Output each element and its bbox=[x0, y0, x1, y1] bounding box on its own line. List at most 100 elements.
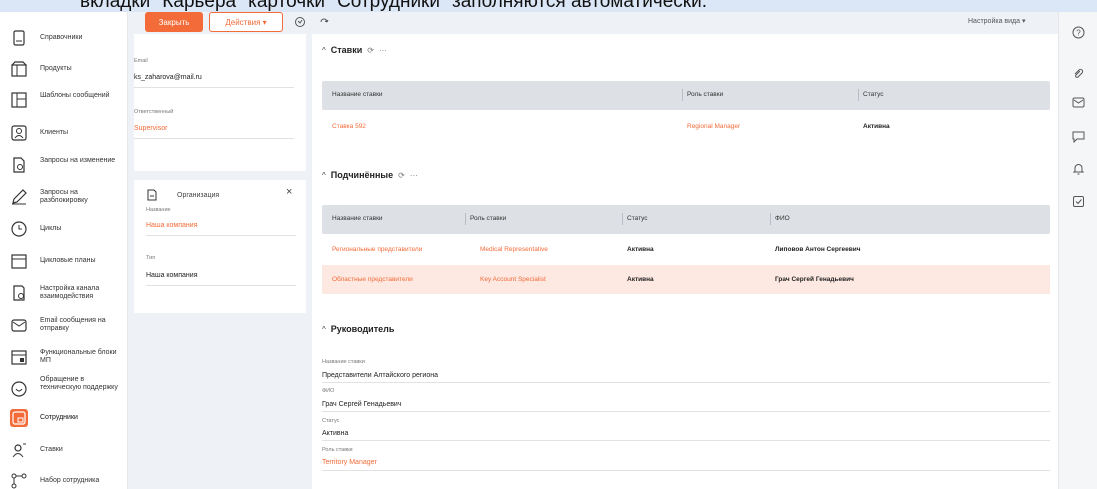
rate-status-cell: Активна bbox=[863, 123, 890, 130]
column-separator bbox=[770, 213, 771, 225]
help-icon[interactable] bbox=[294, 15, 306, 27]
manager-section-header[interactable]: ^ Руководитель bbox=[322, 324, 394, 334]
rate-role-cell[interactable]: Regional Manager bbox=[687, 123, 740, 130]
column-header: Название ставки bbox=[332, 215, 383, 222]
sidebar: Справочники Продукты Шаблоны сообщений К… bbox=[0, 12, 128, 489]
support-icon bbox=[10, 380, 28, 398]
sidebar-item-cycle-plans[interactable]: Цикловые планы bbox=[0, 250, 128, 272]
org-type-label: Тип bbox=[146, 255, 156, 261]
fio-cell: Грач Сергей Генадьевич bbox=[775, 276, 854, 283]
chevron-up-icon[interactable]: ^ bbox=[322, 171, 326, 180]
attachment-icon[interactable] bbox=[1072, 67, 1085, 80]
manager-rate-name-label: Название ставки bbox=[322, 359, 365, 365]
subordinates-section-header[interactable]: ^ Подчинённые ⟳ ··· bbox=[322, 170, 418, 180]
sync-icon[interactable] bbox=[318, 15, 330, 27]
divider bbox=[322, 440, 1050, 441]
pencil-icon bbox=[10, 188, 28, 206]
mail-icon bbox=[10, 316, 28, 334]
sidebar-item-label: Справочники bbox=[40, 34, 83, 41]
rates-section-header[interactable]: ^ Ставки ⟳ ··· bbox=[322, 45, 387, 55]
responsible-value[interactable]: Supervisor bbox=[134, 125, 167, 132]
organization-card-title: Организация bbox=[177, 192, 220, 199]
rate-name-cell[interactable]: Областные представители bbox=[332, 276, 413, 283]
client-icon bbox=[10, 124, 28, 142]
hierarchy-icon bbox=[10, 472, 28, 489]
sidebar-item-label: Клиенты bbox=[40, 129, 69, 136]
rate-status-cell: Активна bbox=[627, 276, 654, 283]
sidebar-item-templates[interactable]: Шаблоны сообщений bbox=[0, 89, 128, 111]
sync-icon[interactable]: ⟳ bbox=[398, 171, 405, 180]
more-icon[interactable]: ··· bbox=[410, 171, 418, 180]
sidebar-item-channel-settings[interactable]: Настройка канала взаимодействия bbox=[0, 282, 128, 304]
instruction-text: вкладки "Карьера" карточки "Сотрудники" … bbox=[80, 0, 707, 12]
divider bbox=[146, 285, 296, 286]
chevron-up-icon[interactable]: ^ bbox=[322, 325, 326, 334]
sidebar-item-label: Циклы bbox=[40, 225, 62, 232]
sidebar-item-clients[interactable]: Клиенты bbox=[0, 122, 128, 144]
org-name-value[interactable]: Наша компания bbox=[146, 222, 198, 229]
manager-role-value[interactable]: Territory Manager bbox=[322, 459, 377, 466]
right-rail: ? bbox=[1058, 12, 1097, 489]
view-settings-dropdown[interactable]: Настройка вида ▾ bbox=[968, 17, 1025, 25]
org-type-value: Наша компания bbox=[146, 272, 198, 279]
more-icon[interactable]: ··· bbox=[379, 46, 387, 55]
rate-role-cell[interactable]: Key Account Specialist bbox=[480, 276, 546, 283]
manager-role-label: Роль ставки bbox=[322, 447, 353, 453]
checkbox-icon[interactable] bbox=[1072, 195, 1085, 208]
channel-settings-icon bbox=[10, 284, 28, 302]
rate-status-cell: Активна bbox=[627, 246, 654, 253]
subordinates-table-header: Название ставки Роль ставки Статус ФИО bbox=[322, 205, 1050, 234]
bell-icon[interactable] bbox=[1072, 162, 1085, 175]
rates-table-header: Название ставки Роль ставки Статус bbox=[322, 81, 1050, 110]
manager-rate-name-value: Представители Алтайского региона bbox=[322, 372, 438, 379]
email-value[interactable]: ks_zaharova@mail.ru bbox=[134, 74, 202, 81]
main-panel: ^ Ставки ⟳ ··· Название ставки Роль став… bbox=[312, 34, 1058, 489]
sidebar-item-employees[interactable]: Сотрудники bbox=[0, 407, 128, 429]
close-button[interactable]: Закрыть bbox=[145, 12, 203, 32]
sidebar-item-rates[interactable]: Ставки bbox=[0, 439, 128, 461]
sidebar-item-email-outbox[interactable]: Email сообщения на отправку bbox=[0, 314, 128, 336]
close-icon[interactable]: × bbox=[286, 186, 292, 198]
manager-status-label: Статус bbox=[322, 418, 340, 424]
table-row[interactable]: Региональные представители Medical Repre… bbox=[322, 235, 1050, 264]
sync-icon[interactable]: ⟳ bbox=[367, 46, 374, 55]
sidebar-item-products[interactable]: Продукты bbox=[0, 58, 128, 80]
org-name-label: Название bbox=[146, 207, 171, 213]
document-icon bbox=[146, 188, 158, 201]
calendar-icon bbox=[10, 252, 28, 270]
sidebar-item-mp-blocks[interactable]: Функциональные блоки МП bbox=[0, 346, 128, 368]
column-header: Название ставки bbox=[332, 91, 383, 98]
help-circle-icon[interactable]: ? bbox=[1072, 26, 1085, 39]
sidebar-item-support[interactable]: Обращение в техническую поддержку bbox=[0, 376, 128, 402]
mail-icon[interactable] bbox=[1072, 96, 1085, 109]
blocks-icon bbox=[10, 348, 28, 366]
sidebar-item-label: Обращение в техническую поддержку bbox=[40, 376, 118, 391]
rate-icon bbox=[10, 441, 28, 459]
divider bbox=[322, 382, 1050, 383]
table-row[interactable]: Ставка 592 Regional Manager Активна bbox=[322, 112, 1050, 141]
chevron-up-icon[interactable]: ^ bbox=[322, 46, 326, 55]
instruction-banner: вкладки "Карьера" карточки "Сотрудники" … bbox=[0, 0, 1097, 12]
sidebar-item-label: Функциональные блоки МП bbox=[40, 349, 117, 364]
table-row[interactable]: Областные представители Key Account Spec… bbox=[322, 265, 1050, 294]
rate-name-cell[interactable]: Региональные представители bbox=[332, 246, 422, 253]
sidebar-item-change-requests[interactable]: Запросы на изменение bbox=[0, 154, 128, 176]
sidebar-item-cycles[interactable]: Циклы bbox=[0, 218, 128, 240]
column-header: Роль ставки bbox=[470, 215, 507, 222]
divider bbox=[322, 470, 1050, 471]
sidebar-item-unlock-requests[interactable]: Запросы на разблокировку bbox=[0, 186, 128, 208]
section-title: Ставки bbox=[330, 45, 363, 55]
manager-fio-label: ФИО bbox=[322, 388, 335, 394]
email-label: Email bbox=[134, 58, 148, 64]
actions-dropdown[interactable]: Действия ▾ bbox=[209, 12, 283, 32]
divider bbox=[134, 138, 294, 139]
sidebar-item-directories[interactable]: Справочники bbox=[0, 27, 128, 49]
sidebar-item-label: Запросы на изменение bbox=[40, 157, 116, 164]
rate-name-cell[interactable]: Ставка 592 bbox=[332, 123, 366, 130]
sidebar-item-employee-set[interactable]: Набор сотрудника bbox=[0, 470, 128, 489]
column-separator bbox=[858, 89, 859, 101]
rate-role-cell[interactable]: Medical Representative bbox=[480, 246, 548, 253]
chat-icon[interactable] bbox=[1072, 130, 1085, 144]
manager-status-value: Активна bbox=[322, 430, 349, 437]
template-icon bbox=[10, 91, 28, 109]
